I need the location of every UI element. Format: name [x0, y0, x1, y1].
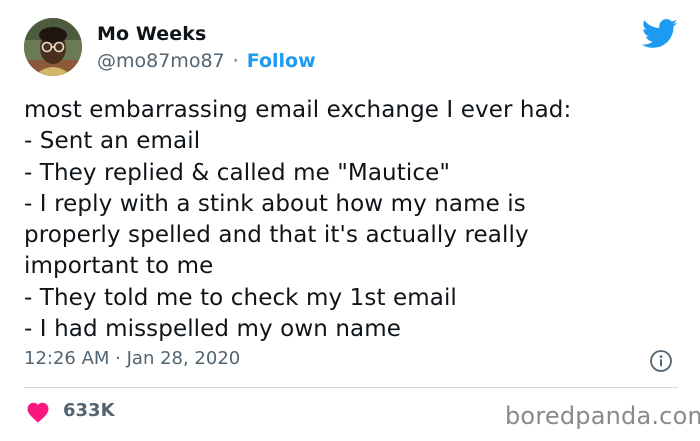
twitter-bird-icon[interactable]: [642, 19, 678, 49]
tweet-line: properly spelled and that it's actually …: [24, 222, 529, 249]
tweet-card: Mo Weeks @mo87mo87 · Follow most embarra…: [0, 0, 700, 441]
heart-icon[interactable]: [26, 401, 50, 423]
tweet-line: important to me: [24, 253, 214, 280]
tweet-timestamp[interactable]: 12:26 AM · Jan 28, 2020: [24, 348, 240, 369]
like-count[interactable]: 633K: [63, 400, 115, 421]
author-name[interactable]: Mo Weeks: [97, 23, 206, 45]
tweet-line: - I had misspelled my own name: [24, 316, 401, 343]
tweet-line: - They told me to check my 1st email: [24, 284, 457, 311]
tweet-text: most embarrassing email exchange I ever …: [24, 95, 684, 345]
avatar-photo-icon: [24, 18, 82, 76]
tweet-line: - They replied & called me "Mautice": [24, 159, 451, 186]
follow-button[interactable]: Follow: [247, 50, 316, 72]
watermark: boredpanda.com: [505, 402, 700, 430]
tweet-line: - I reply with a stink about how my name…: [24, 190, 526, 217]
tweet-line: - Sent an email: [24, 128, 201, 155]
info-icon[interactable]: [649, 349, 673, 373]
separator-dot: ·: [232, 50, 239, 72]
avatar[interactable]: [24, 18, 82, 76]
author-handle[interactable]: @mo87mo87: [97, 50, 225, 72]
tweet-line: most embarrassing email exchange I ever …: [24, 97, 572, 123]
divider: [24, 387, 678, 388]
handle-row: @mo87mo87 · Follow: [97, 50, 316, 72]
